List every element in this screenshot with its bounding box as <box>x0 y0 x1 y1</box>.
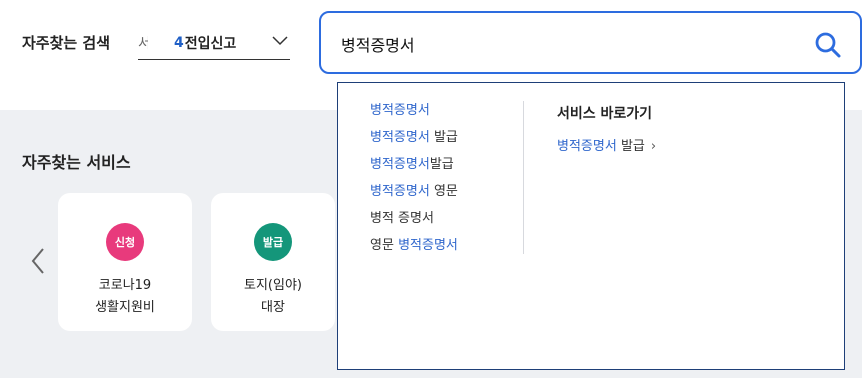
suggestion-item[interactable]: 병적증명서 영문 <box>370 182 458 209</box>
search-input[interactable] <box>341 32 781 56</box>
frequent-search-label: 자주찾는 검색 <box>22 34 111 52</box>
dropdown-divider <box>523 101 524 254</box>
autocomplete-dropdown: 병적증명서 병적증명서 발급 병적증명서발급 병적증명서 영문 병적 증명서 영… <box>337 82 845 370</box>
suggestion-item[interactable]: 병적증명서발급 <box>370 155 458 182</box>
service-card-name: 토지(임야) 대장 <box>244 278 302 315</box>
chevron-down-icon[interactable] <box>272 34 288 46</box>
service-shortcut-title: 서비스 바로가기 <box>557 106 653 122</box>
keyword-prev-fragment: 서 <box>138 35 148 52</box>
search-icon[interactable] <box>814 31 842 59</box>
keyword-rank: 4 <box>174 34 184 51</box>
frequent-services-title: 자주찾는 서비스 <box>22 153 131 172</box>
issue-badge: 발급 <box>254 223 292 261</box>
suggestion-item[interactable]: 병적증명서 발급 <box>370 128 458 155</box>
service-card-name: 코로나19 생활지원비 <box>95 278 155 315</box>
suggestion-item[interactable]: 병적 증명서 <box>370 209 458 236</box>
frequent-keyword-dropdown[interactable]: 서 4 전입신고 <box>138 26 290 60</box>
suggestion-list: 병적증명서 병적증명서 발급 병적증명서발급 병적증명서 영문 병적 증명서 영… <box>370 101 458 263</box>
service-card-land-register[interactable]: 발급 토지(임야) 대장 <box>211 193 335 331</box>
chevron-left-icon[interactable] <box>30 247 46 275</box>
keyword-text[interactable]: 전입신고 <box>185 33 237 53</box>
apply-badge: 신청 <box>106 223 144 261</box>
service-card-corona-support[interactable]: 신청 코로나19 생활지원비 <box>58 193 192 331</box>
suggestion-item[interactable]: 영문 병적증명서 <box>370 236 458 263</box>
chevron-right-icon: › <box>650 139 657 154</box>
suggestion-item[interactable]: 병적증명서 <box>370 101 458 128</box>
service-shortcut-link[interactable]: 병적증명서 발급 › <box>557 135 656 154</box>
search-box <box>319 11 862 74</box>
